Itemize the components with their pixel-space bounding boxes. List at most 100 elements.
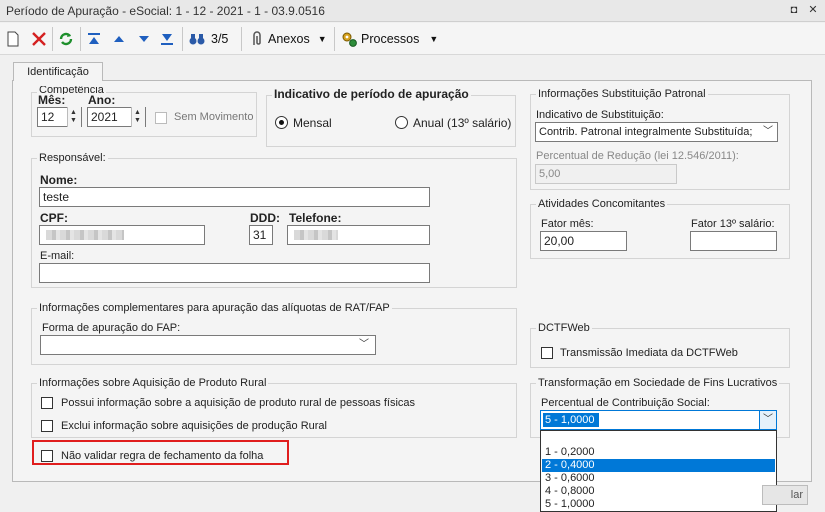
delete-button[interactable] (31, 29, 47, 49)
record-counter: 3/5 (211, 32, 229, 46)
nao-validar-label: Não validar regra de fechamento da folha (61, 450, 264, 462)
last-record-button[interactable] (160, 29, 174, 49)
forma-apuracao-label: Forma de apuração do FAP: (42, 322, 181, 334)
processos-dropdown-icon: ▼ (429, 34, 439, 44)
new-record-button[interactable] (6, 29, 20, 49)
dropdown-option[interactable] (542, 432, 775, 445)
cpf-label: CPF: (40, 211, 68, 225)
new-document-icon (7, 31, 19, 47)
transformacao-label: Transformação em Sociedade de Fins Lucra… (536, 377, 780, 389)
dropdown-option[interactable]: 1 - 0,2000 (542, 446, 775, 459)
fator-mes-label: Fator mês: (541, 218, 594, 230)
nome-input[interactable]: teste (39, 187, 430, 207)
email-input[interactable] (39, 263, 430, 283)
responsavel-label: Responsável: (37, 152, 108, 164)
sem-movimento-checkbox[interactable] (155, 112, 167, 124)
chevron-down-icon: ﹀ (759, 411, 776, 429)
cpf-input[interactable] (39, 225, 205, 245)
mensal-radio[interactable] (275, 116, 288, 129)
fator-mes-value: 20,00 (544, 234, 575, 248)
exclui-label: Exclui informação sobre aquisições de pr… (61, 420, 327, 432)
window-title: Período de Apuração - eSocial: 1 - 12 - … (6, 4, 325, 18)
ano-spinner[interactable]: ▲ ▼ (131, 107, 145, 127)
ddd-input[interactable]: 31 (249, 225, 273, 245)
percentual-contribuicao-label: Percentual de Contribuição Social: (541, 397, 710, 409)
sem-movimento-label: Sem Movimento (174, 111, 254, 123)
fator-13-input[interactable] (690, 231, 777, 251)
nome-label: Nome: (40, 173, 78, 187)
exclui-checkbox[interactable] (41, 420, 53, 432)
transmissao-label: Transmissão Imediata da DCTFWeb (560, 347, 738, 359)
mensal-label: Mensal (293, 116, 332, 130)
tab-identificacao[interactable]: Identificação (13, 62, 103, 81)
search-button[interactable] (188, 29, 206, 49)
concomitantes-label: Atividades Concomitantes (536, 198, 668, 210)
dctfweb-label: DCTFWeb (536, 322, 592, 334)
transmissao-checkbox[interactable] (541, 347, 553, 359)
telefone-input[interactable] (287, 225, 430, 245)
produto-rural-label: Informações sobre Aquisição de Produto R… (37, 377, 269, 389)
dropdown-option-highlighted[interactable]: 2 - 0,4000 (542, 459, 775, 472)
possui-label: Possui informação sobre a aquisição de p… (61, 397, 416, 409)
previous-record-button[interactable] (112, 29, 126, 49)
refresh-icon (59, 32, 73, 46)
restore-icon[interactable]: ◘ (787, 3, 801, 17)
ddd-value: 31 (253, 228, 267, 242)
possui-checkbox[interactable] (41, 397, 53, 409)
paperclip-icon (253, 31, 261, 45)
anexos-menu[interactable]: Anexos ▼ (250, 29, 327, 49)
mes-value: 12 (41, 110, 55, 124)
email-label: E-mail: (40, 250, 75, 262)
arrow-down-icon (139, 36, 149, 42)
delete-x-icon (32, 32, 46, 46)
fator-13-label: Fator 13º salário: (691, 218, 775, 230)
chevron-down-icon: ﹀ (359, 339, 369, 350)
dropdown-option[interactable]: 4 - 0,8000 (542, 485, 775, 498)
indicativo-substituicao-label: Indicativo de Substituição: (536, 109, 664, 121)
percentual-reducao-label: Percentual de Redução (lei 12.546/2011): (536, 150, 739, 162)
percentual-reducao-value: 5,00 (539, 168, 561, 180)
gears-icon (342, 32, 357, 47)
first-record-icon (88, 33, 100, 44)
last-record-icon (161, 34, 173, 45)
arrow-up-icon (114, 36, 124, 42)
substituicao-label: Informações Substituição Patronal (536, 88, 708, 100)
ano-label: Ano: (88, 93, 116, 107)
anual-radio[interactable] (395, 116, 408, 129)
nome-value: teste (43, 190, 70, 204)
telefone-label: Telefone: (289, 211, 342, 225)
cpf-redacted (46, 230, 124, 240)
anual-label: Anual (13º salário) (413, 116, 512, 130)
percentual-contribuicao-value: 5 - 1,0000 (543, 413, 599, 427)
nao-validar-checkbox[interactable] (41, 450, 53, 462)
percentual-contribuicao-listbox: 1 - 0,2000 2 - 0,4000 3 - 0,6000 4 - 0,8… (540, 430, 777, 512)
mes-spinner[interactable]: ▲ ▼ (67, 107, 81, 127)
percentual-contribuicao-select[interactable]: 5 - 1,0000 ﹀ (540, 410, 777, 430)
dropdown-option[interactable]: 3 - 0,6000 (542, 472, 775, 485)
chevron-down-icon: ﹀ (763, 126, 773, 137)
processos-label: Processos (361, 32, 420, 46)
refresh-button[interactable] (58, 29, 74, 49)
toolbar: 3/5 Anexos ▼ Processos ▼ (0, 23, 825, 55)
close-icon[interactable]: ✕ (806, 3, 820, 17)
next-record-button[interactable] (137, 29, 151, 49)
percentual-reducao-input[interactable]: 5,00 (535, 164, 677, 184)
first-record-button[interactable] (87, 29, 101, 49)
indicativo-label: Indicativo de período de apuração (272, 87, 471, 101)
forma-apuracao-select[interactable]: ﹀ (40, 335, 376, 355)
anexos-dropdown-icon: ▼ (317, 34, 327, 44)
dropdown-option[interactable]: 5 - 1,0000 (542, 498, 775, 511)
window-title-bar: Período de Apuração - eSocial: 1 - 12 - … (0, 0, 825, 22)
ddd-label: DDD: (250, 211, 280, 225)
rat-fap-label: Informações complementares para apuração… (37, 302, 392, 314)
anexos-label: Anexos (268, 32, 310, 46)
mes-label: Mês: (38, 93, 66, 107)
cancel-button[interactable]: lar (762, 485, 808, 505)
processos-menu[interactable]: Processos ▼ (341, 29, 438, 49)
indicativo-substituicao-value: Contrib. Patronal integralmente Substitu… (539, 126, 753, 138)
indicativo-substituicao-select[interactable]: Contrib. Patronal integralmente Substitu… (535, 122, 778, 142)
telefone-redacted (294, 230, 338, 240)
fator-mes-input[interactable]: 20,00 (540, 231, 627, 251)
binoculars-icon (189, 34, 205, 45)
ano-value: 2021 (91, 110, 118, 124)
